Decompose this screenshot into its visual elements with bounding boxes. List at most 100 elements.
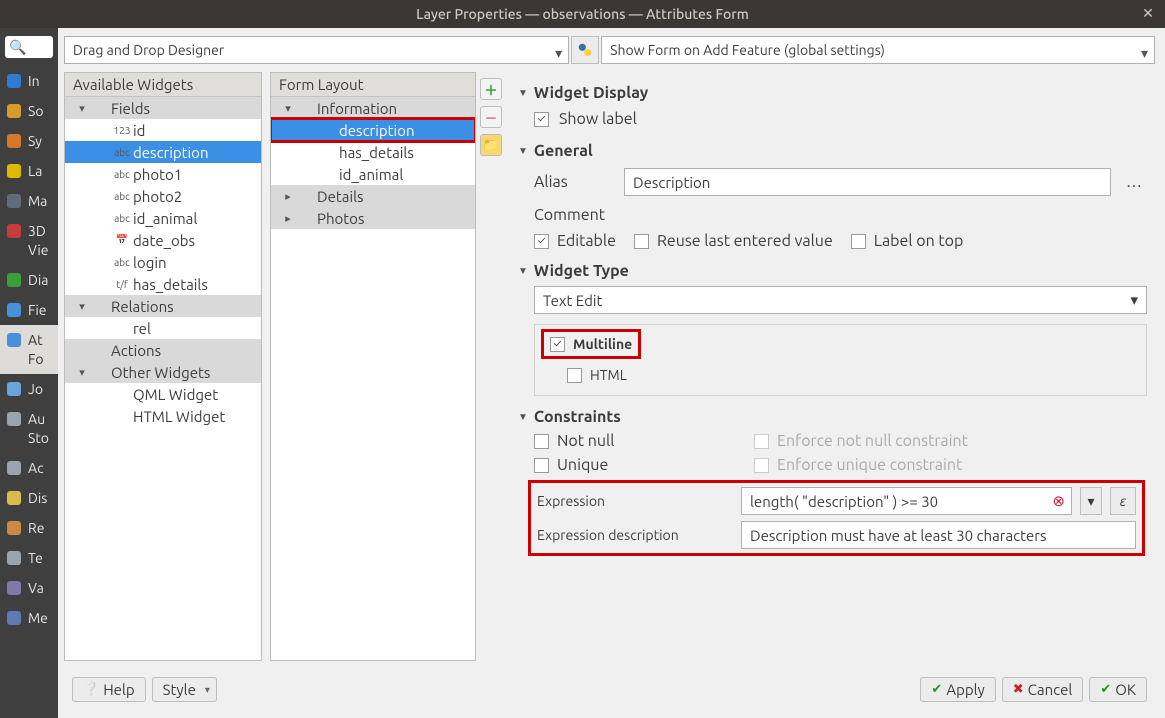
sidebar-item-actions[interactable]: Ac: [0, 453, 58, 483]
layout-field-has_details[interactable]: has_details: [271, 141, 475, 163]
sidebar-item-source[interactable]: So: [0, 96, 58, 126]
tree-item-label: has_details: [339, 144, 414, 161]
layout-group-Information[interactable]: ▾Information: [271, 97, 475, 119]
layout-group-Details[interactable]: ▸Details: [271, 185, 475, 207]
layout-field-id_animal[interactable]: id_animal: [271, 163, 475, 185]
sidebar-item-label: Me: [28, 610, 48, 626]
add-tab-button[interactable]: ＋: [480, 78, 502, 100]
tree-field-photo2[interactable]: abcphoto2: [65, 185, 261, 207]
expression-history-button[interactable]: ▾: [1080, 487, 1102, 515]
tree-other-QML-Widget[interactable]: QML Widget: [65, 383, 261, 405]
sidebar-item-aux-line2[interactable]: Sto: [0, 428, 58, 453]
style-menu-button[interactable]: Style: [152, 677, 217, 702]
html-checkbox[interactable]: [567, 368, 582, 383]
widget-type-select[interactable]: Text Edit ▾: [534, 286, 1147, 314]
tree-item-label: id_animal: [133, 210, 197, 227]
available-widgets-tree[interactable]: ▾Fields123idabcdescriptionabcphoto1abcph…: [65, 97, 261, 660]
form-layout-title: Form Layout: [271, 73, 475, 97]
multiline-checkbox[interactable]: [550, 337, 565, 352]
ok-button[interactable]: ✔ OK: [1089, 677, 1147, 702]
tree-field-id[interactable]: 123id: [65, 119, 261, 141]
python-init-button[interactable]: [571, 36, 599, 64]
section-constraints[interactable]: ▼ Constraints: [518, 408, 1147, 426]
cancel-button[interactable]: ✖ Cancel: [1002, 677, 1084, 702]
category-sidebar: 🔍 InSoSyLaMa3DVieDiaFieAtFoJoAuStoAcDisR…: [0, 28, 58, 718]
sidebar-item-render[interactable]: Re: [0, 513, 58, 543]
tree-item-label: Relations: [111, 298, 174, 315]
not-null-label: Not null: [557, 432, 614, 450]
section-widget-display[interactable]: ▼ Widget Display: [518, 84, 1147, 102]
reuse-value-checkbox[interactable]: [634, 234, 649, 249]
info-icon: [4, 71, 24, 91]
sidebar-item-info[interactable]: In: [0, 66, 58, 96]
tree-group-other[interactable]: ▾Other Widgets: [65, 361, 261, 383]
form-suppress-select[interactable]: Show Form on Add Feature (global setting…: [601, 36, 1155, 64]
sidebar-item-symb[interactable]: Sy: [0, 126, 58, 156]
section-widget-type[interactable]: ▼ Widget Type: [518, 262, 1147, 280]
layout-field-description[interactable]: description: [271, 119, 475, 141]
tree-field-date_obs[interactable]: 📅date_obs: [65, 229, 261, 251]
alias-input[interactable]: Description: [624, 168, 1111, 196]
masks-icon: [4, 191, 24, 211]
sidebar-item-label: Jo: [28, 381, 43, 397]
sidebar-item-fields[interactable]: Fie: [0, 295, 58, 325]
sidebar-item-label: Dis: [28, 490, 47, 506]
show-label-checkbox[interactable]: [534, 112, 549, 127]
sidebar-item-label: Ac: [28, 460, 44, 476]
3d-icon: [4, 221, 24, 241]
tree-field-photo1[interactable]: abcphoto1: [65, 163, 261, 185]
joins-icon: [4, 379, 24, 399]
help-button[interactable]: ❔ Help: [72, 677, 146, 702]
aux-icon: [4, 409, 24, 429]
sidebar-item-display[interactable]: Dis: [0, 483, 58, 513]
sidebar-item-meta[interactable]: Me: [0, 603, 58, 633]
render-icon: [4, 518, 24, 538]
label-on-top-checkbox[interactable]: [851, 234, 866, 249]
remove-item-button[interactable]: －: [480, 106, 502, 128]
tree-field-description[interactable]: abcdescription: [65, 141, 261, 163]
form-editor-mode-select[interactable]: Drag and Drop Designer ▾: [64, 36, 569, 64]
edit-item-button[interactable]: 📁: [480, 134, 502, 156]
sidebar-item-label: La: [28, 163, 42, 179]
expand-icon: ▸: [281, 212, 295, 225]
unique-checkbox[interactable]: [534, 458, 549, 473]
sidebar-item-label: Re: [28, 520, 44, 536]
layout-group-Photos[interactable]: ▸Photos: [271, 207, 475, 229]
sidebar-item-diag[interactable]: Dia: [0, 265, 58, 295]
apply-button[interactable]: ✔ Apply: [920, 677, 995, 702]
sidebar-item-joins[interactable]: Jo: [0, 374, 58, 404]
sidebar-item-label: Dia: [28, 272, 48, 288]
form-layout-tree[interactable]: ▾Informationdescription has_details id_ani…: [271, 97, 475, 660]
sidebar-item-attrform-line2[interactable]: Fo: [0, 349, 58, 374]
tree-relation-rel[interactable]: rel: [65, 317, 261, 339]
sidebar-item-vars[interactable]: Va: [0, 573, 58, 603]
close-icon[interactable]: ✕: [1141, 6, 1155, 20]
sidebar-item-masks[interactable]: Ma: [0, 186, 58, 216]
collapse-icon: ▼: [518, 87, 528, 99]
tree-other-HTML-Widget[interactable]: HTML Widget: [65, 405, 261, 427]
tree-group-fields[interactable]: ▾Fields: [65, 97, 261, 119]
tree-field-login[interactable]: abclogin: [65, 251, 261, 273]
sidebar-search-input[interactable]: 🔍: [5, 36, 53, 58]
available-widgets-panel: Available Widgets ▾Fields123idabcdescrip…: [64, 72, 262, 661]
section-general[interactable]: ▼ General: [518, 142, 1147, 160]
sidebar-item-labels[interactable]: La: [0, 156, 58, 186]
tree-group-relations[interactable]: ▾Relations: [65, 295, 261, 317]
tree-group-actions[interactable]: Actions: [65, 339, 261, 361]
alias-expression-button[interactable]: …: [1121, 173, 1147, 191]
editable-checkbox[interactable]: [534, 234, 549, 249]
sidebar-item-temporal[interactable]: Te: [0, 543, 58, 573]
not-null-checkbox[interactable]: [534, 434, 549, 449]
expression-desc-input[interactable]: Description must have at least 30 charac…: [741, 521, 1136, 549]
sidebar-item-3d-line2[interactable]: Vie: [0, 240, 58, 265]
tree-field-has_details[interactable]: t/fhas_details: [65, 273, 261, 295]
check-icon: ✔: [931, 682, 942, 697]
editable-label: Editable: [557, 232, 616, 250]
collapse-icon: ▼: [518, 145, 528, 157]
expression-builder-button[interactable]: ε: [1110, 487, 1136, 515]
available-widgets-title: Available Widgets: [65, 73, 261, 97]
expression-input[interactable]: length( "description" ) >= 30 ⊗: [741, 487, 1072, 515]
tree-field-id_animal[interactable]: abcid_animal: [65, 207, 261, 229]
sidebar-item-label: Sy: [28, 133, 42, 149]
clear-icon[interactable]: ⊗: [1052, 492, 1065, 510]
